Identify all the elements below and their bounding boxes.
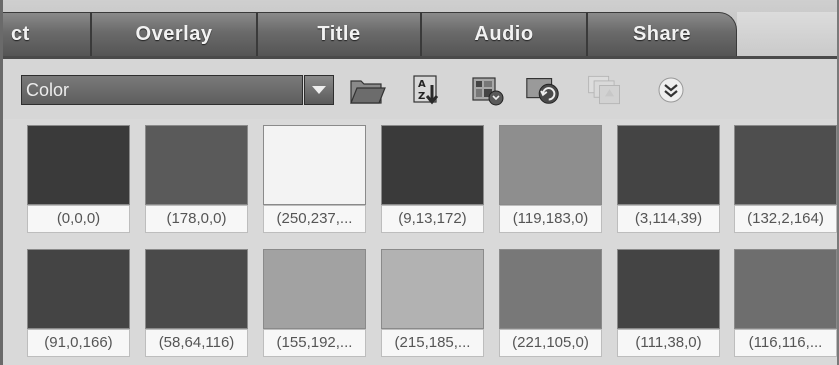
swatch-label: (250,237,...	[263, 205, 366, 233]
swatch-label: (155,192,...	[263, 329, 366, 357]
tab-bar-empty	[737, 12, 837, 56]
swatch-thumbnail	[381, 249, 484, 329]
tab-share-label: Share	[632, 23, 692, 45]
color-swatch[interactable]: (3,114,39)	[617, 125, 720, 237]
swatch-thumbnail	[499, 125, 602, 205]
swatch-thumbnail	[27, 125, 130, 205]
sort-az-icon: A Z	[413, 75, 439, 105]
library-panel: ct Overlay Title Audio Share Color A Z (…	[0, 0, 839, 365]
color-swatch[interactable]: (111,38,0)	[617, 249, 720, 361]
swatch-label: (111,38,0)	[617, 329, 720, 357]
svg-text:Z: Z	[418, 91, 425, 102]
swatch-label: (91,0,166)	[27, 329, 130, 357]
category-dropdown-button[interactable]	[304, 75, 334, 105]
swatch-label: (119,183,0)	[499, 205, 602, 233]
folder-open-button[interactable]	[347, 71, 387, 109]
swatch-thumbnail	[734, 249, 837, 329]
chevron-down-icon	[312, 86, 326, 94]
tab-audio[interactable]: Audio	[421, 12, 587, 56]
category-dropdown[interactable]: Color	[21, 75, 303, 105]
swatch-thumbnail	[145, 249, 248, 329]
swatch-label: (178,0,0)	[145, 205, 248, 233]
tab-overlay[interactable]: Overlay	[91, 12, 257, 56]
color-swatch[interactable]: (178,0,0)	[145, 125, 248, 237]
swatch-label: (221,105,0)	[499, 329, 602, 357]
swatch-thumbnail	[617, 249, 720, 329]
color-swatch[interactable]: (9,13,172)	[381, 125, 484, 237]
tab-share[interactable]: Share	[587, 12, 737, 56]
tab-bar: ct Overlay Title Audio Share	[3, 0, 837, 59]
color-swatch[interactable]: (116,116,...	[734, 249, 837, 361]
expand-more-icon	[658, 77, 684, 103]
tab-overlay-label: Overlay	[135, 23, 213, 45]
swatch-label: (3,114,39)	[617, 205, 720, 233]
color-swatch-grid: (0,0,0) (178,0,0) (250,237,... (9,13,172…	[3, 119, 837, 365]
swatch-thumbnail	[617, 125, 720, 205]
color-swatch[interactable]: (132,2,164)	[734, 125, 837, 237]
swatch-label: (9,13,172)	[381, 205, 484, 233]
swatch-label: (215,185,...	[381, 329, 484, 357]
tab-audio-label: Audio	[474, 23, 534, 45]
color-swatch[interactable]: (58,64,116)	[145, 249, 248, 361]
tab-effect[interactable]: ct	[3, 12, 91, 56]
view-options-button[interactable]	[467, 71, 507, 109]
color-swatch[interactable]: (221,105,0)	[499, 249, 602, 361]
swatch-thumbnail	[734, 125, 837, 205]
swatch-label: (58,64,116)	[145, 329, 248, 357]
swatch-label: (116,116,...	[734, 329, 837, 357]
add-item-button[interactable]	[585, 71, 625, 109]
color-swatch[interactable]: (250,237,...	[263, 125, 366, 237]
color-swatch[interactable]: (215,185,...	[381, 249, 484, 361]
swatch-label: (0,0,0)	[27, 205, 130, 233]
swatch-thumbnail	[27, 249, 130, 329]
sort-button[interactable]: A Z	[407, 71, 447, 109]
swatch-label: (132,2,164)	[734, 205, 837, 233]
swatch-thumbnail	[263, 125, 366, 205]
library-sync-button[interactable]	[523, 71, 563, 109]
expand-more-button[interactable]	[651, 71, 691, 109]
library-toolbar: Color A Z	[3, 59, 837, 119]
color-swatch[interactable]: (0,0,0)	[27, 125, 130, 237]
color-swatch[interactable]: (91,0,166)	[27, 249, 130, 361]
swatch-thumbnail	[145, 125, 248, 205]
category-dropdown-value: Color	[26, 80, 70, 100]
tab-title-label: Title	[317, 23, 361, 45]
view-options-icon	[472, 77, 504, 106]
tab-effect-label: ct	[11, 23, 30, 45]
folder-open-icon	[350, 80, 386, 104]
tab-title[interactable]: Title	[257, 12, 421, 56]
color-swatch[interactable]: (119,183,0)	[499, 125, 602, 237]
swatch-thumbnail	[499, 249, 602, 329]
svg-text:A: A	[418, 79, 426, 90]
swatch-thumbnail	[263, 249, 366, 329]
swatch-thumbnail	[381, 125, 484, 205]
add-item-icon	[588, 75, 620, 105]
library-sync-icon	[526, 78, 559, 104]
color-swatch[interactable]: (155,192,...	[263, 249, 366, 361]
